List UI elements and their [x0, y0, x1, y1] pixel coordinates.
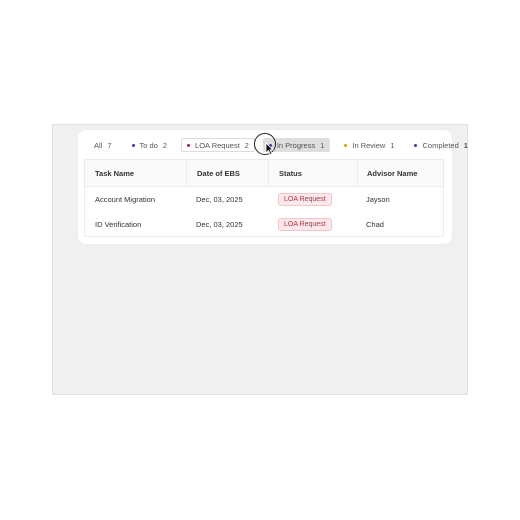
column-header-status[interactable]: Status	[268, 160, 357, 186]
tasks-table: Task Name Date of EBS Status Advisor Nam…	[84, 159, 444, 237]
table-row[interactable]: ID Verification Dec, 03, 2025 LOA Reques…	[85, 212, 443, 236]
tab-label: LOA Request	[195, 140, 240, 150]
status-dot-icon	[414, 143, 418, 147]
mouse-pointer-icon	[265, 142, 274, 155]
tab-completed[interactable]: Completed 1	[408, 138, 473, 152]
tab-label: All	[94, 140, 103, 150]
status-cell: LOA Request	[268, 218, 357, 231]
column-header-task-name[interactable]: Task Name	[85, 169, 186, 178]
advisor-cell: Jayson	[366, 195, 390, 204]
advisor-cell: Chad	[366, 220, 384, 229]
status-dot-icon	[344, 143, 348, 147]
tab-count: 7	[107, 140, 112, 150]
tab-label: In Review	[352, 140, 386, 150]
tab-all[interactable]: All 7	[88, 138, 118, 152]
status-badge: LOA Request	[278, 193, 332, 206]
tab-loa-request[interactable]: LOA Request 2	[181, 138, 255, 152]
table-row[interactable]: Account Migration Dec, 03, 2025 LOA Requ…	[85, 187, 443, 212]
tab-count: 2	[244, 140, 249, 150]
date-cell: Dec, 03, 2025	[196, 195, 243, 204]
tab-in-review[interactable]: In Review 1	[338, 138, 400, 152]
tab-label: In Progress	[276, 140, 316, 150]
status-dot-icon	[187, 143, 191, 147]
tab-count: 1	[463, 140, 468, 150]
table-header: Task Name Date of EBS Status Advisor Nam…	[85, 160, 443, 187]
task-name-cell: ID Verification	[95, 220, 142, 229]
column-header-date[interactable]: Date of EBS	[186, 160, 268, 186]
task-name-cell: Account Migration	[95, 195, 156, 204]
column-header-advisor[interactable]: Advisor Name	[357, 160, 443, 186]
status-dot-icon	[131, 143, 135, 147]
tab-label: To do	[139, 140, 158, 150]
tab-count: 1	[320, 140, 325, 150]
status-filter-tabs: All 7 To do 2 LOA Request 2 In Progress …	[88, 137, 474, 153]
tab-count: 1	[390, 140, 395, 150]
tab-label: Completed	[422, 140, 459, 150]
status-cell: LOA Request	[268, 193, 357, 206]
status-badge: LOA Request	[278, 218, 332, 231]
tab-count: 2	[162, 140, 168, 150]
date-cell: Dec, 03, 2025	[196, 220, 243, 229]
tab-to-do[interactable]: To do 2	[126, 138, 174, 152]
